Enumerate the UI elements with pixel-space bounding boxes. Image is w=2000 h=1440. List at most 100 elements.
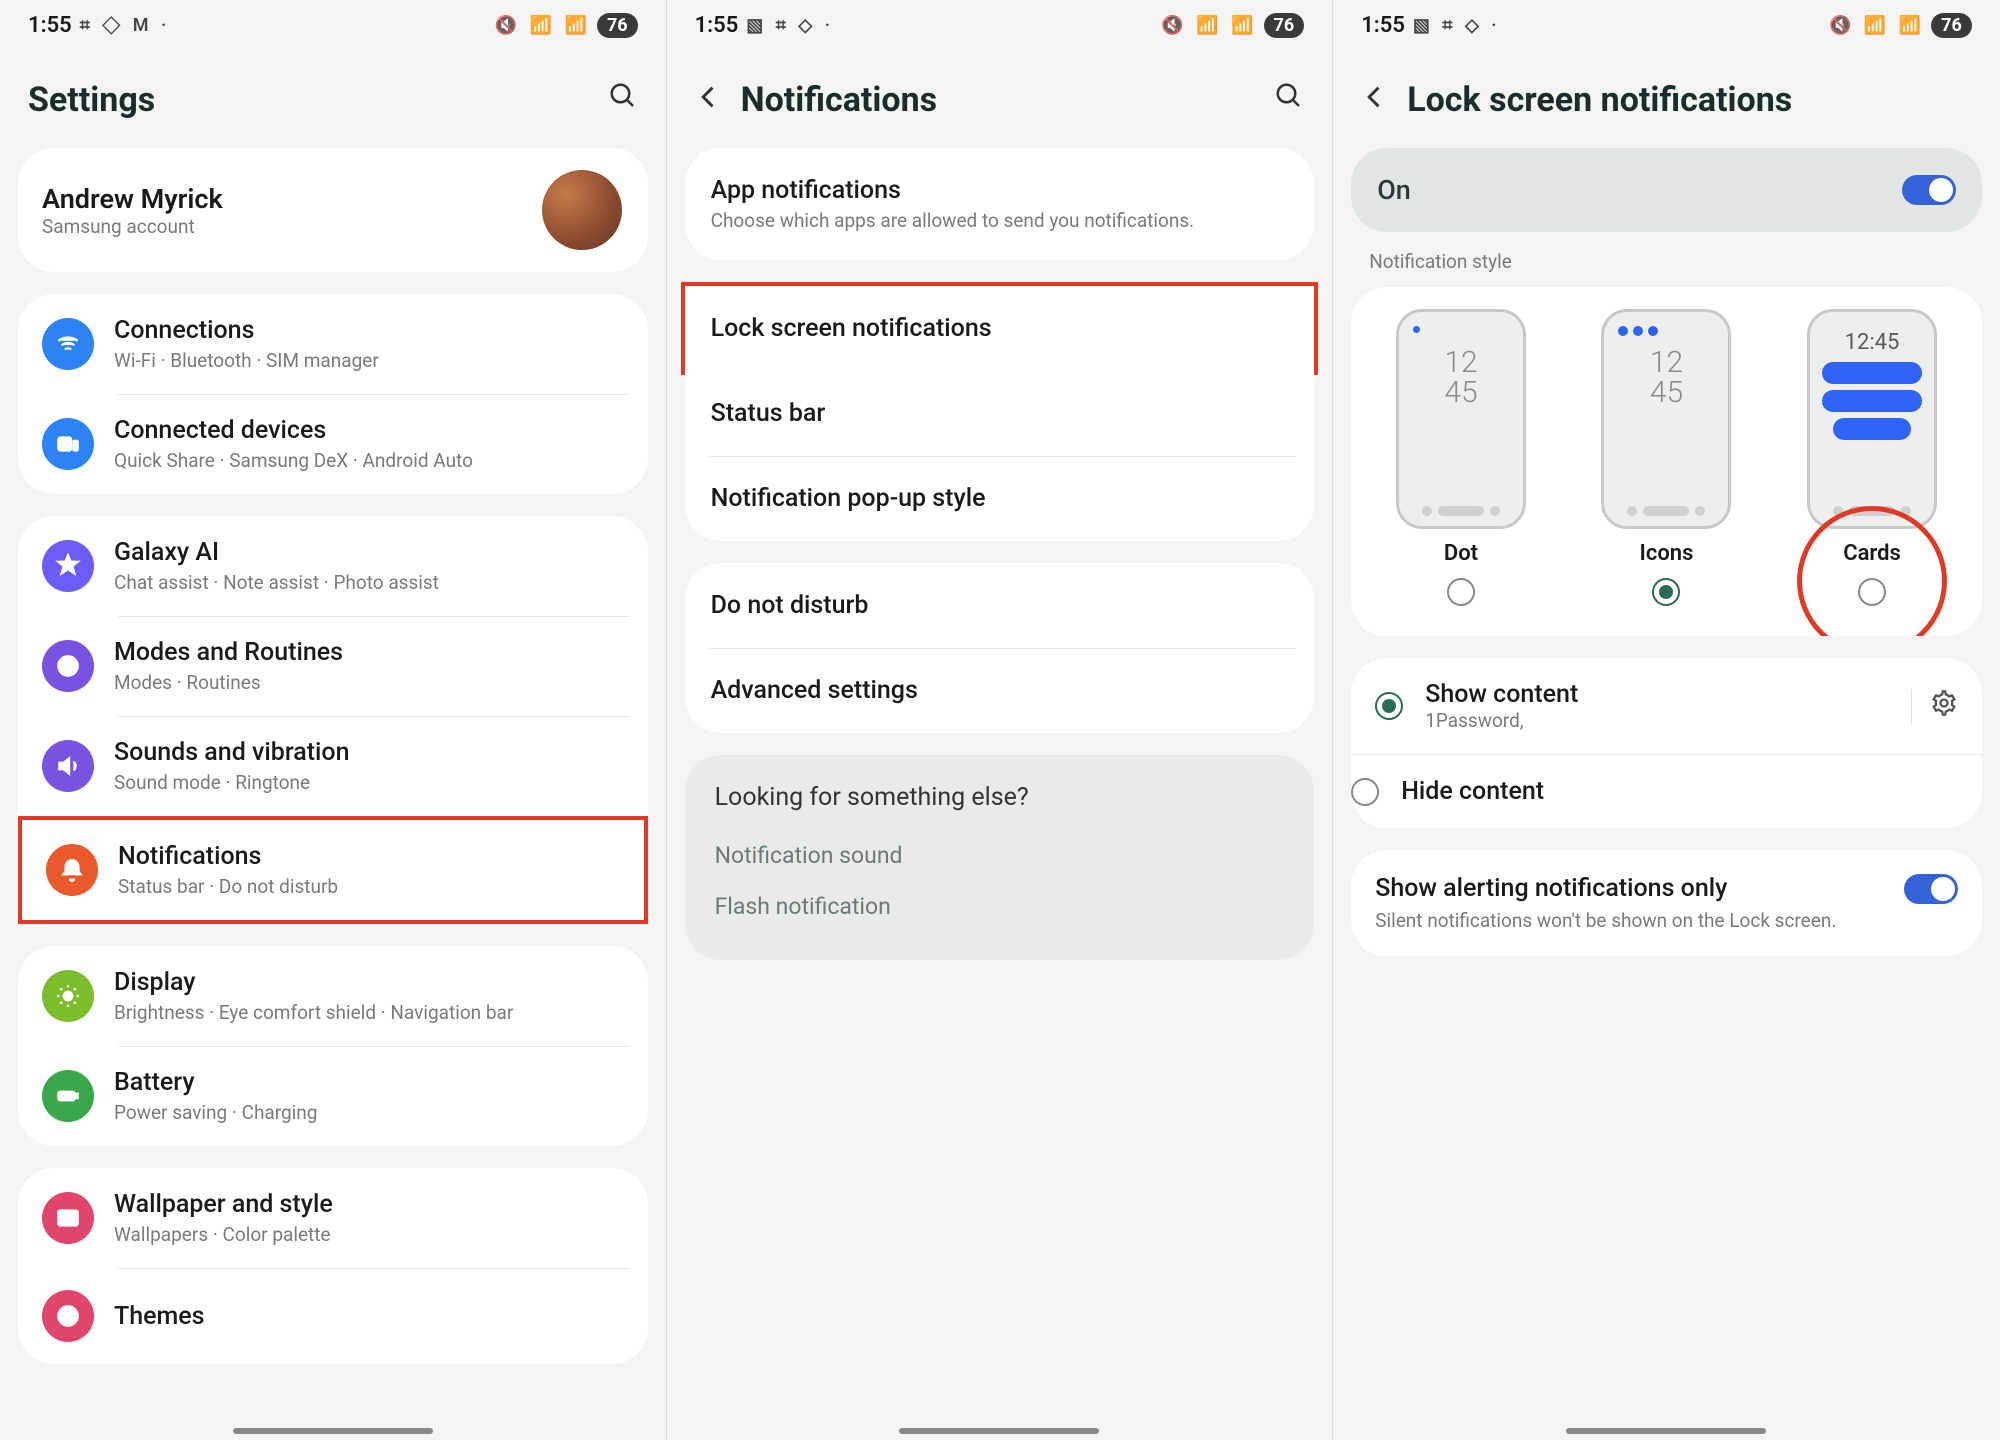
home-indicator[interactable]	[1566, 1428, 1766, 1434]
alerting-title: Show alerting notifications only	[1375, 874, 1836, 903]
status-right-icons: 🔇 📶 📶	[495, 15, 591, 36]
row-sub: Power saving · Charging	[114, 1101, 624, 1124]
row-title: App notifications	[711, 176, 1289, 205]
style-label: Dot	[1444, 541, 1478, 566]
settings-row-connected-devices[interactable]: Connected devices Quick Share · Samsung …	[18, 394, 648, 494]
gear-icon[interactable]	[1911, 689, 1958, 724]
sun-icon	[42, 970, 94, 1022]
row-title: Status bar	[711, 399, 1289, 428]
home-indicator[interactable]	[233, 1428, 433, 1434]
status-right-icons: 🔇 📶 📶	[1161, 15, 1257, 36]
row-sub: Wi-Fi · Bluetooth · SIM manager	[114, 349, 624, 372]
style-option-cards[interactable]: 12:45 Cards	[1807, 309, 1937, 606]
clock-icon	[42, 640, 94, 692]
settings-row-display[interactable]: Display Brightness · Eye comfort shield …	[18, 946, 648, 1046]
notifications-header: Notifications	[667, 50, 1333, 148]
back-icon[interactable]	[695, 80, 723, 120]
style-preview: 12:45	[1807, 309, 1937, 529]
settings-row-lock-screen-notifications[interactable]: Lock screen notifications	[685, 286, 1315, 371]
status-left-icons: ▧ ⌗ ◇ ·	[1413, 15, 1501, 36]
row-sub: 1Password,	[1425, 709, 1889, 732]
row-title: Connections	[114, 316, 624, 345]
notif-group-dnd: Do not disturb Advanced settings	[685, 563, 1315, 733]
master-toggle-row[interactable]: On	[1351, 148, 1982, 232]
on-label: On	[1377, 174, 1411, 206]
settings-row-app-notifications[interactable]: App notifications Choose which apps are …	[685, 148, 1315, 260]
radio-icon[interactable]	[1858, 578, 1886, 606]
row-title: Modes and Routines	[114, 638, 624, 667]
looking-item[interactable]: Flash notification	[715, 881, 1285, 932]
status-time: 1:55	[1361, 13, 1405, 38]
content-option-hide-content[interactable]: Hide content	[1351, 754, 1982, 828]
search-icon[interactable]	[1274, 81, 1304, 119]
battery-icon	[42, 1070, 94, 1122]
settings-row-status-bar[interactable]: Status bar	[685, 371, 1315, 456]
settings-group-display: Display Brightness · Eye comfort shield …	[18, 946, 648, 1146]
looking-title: Looking for something else?	[715, 783, 1285, 812]
samsung-account-row[interactable]: Andrew Myrick Samsung account	[18, 148, 648, 272]
style-option-dot[interactable]: 1245 Dot	[1396, 309, 1526, 606]
account-sub: Samsung account	[42, 215, 223, 238]
settings-row-battery[interactable]: Battery Power saving · Charging	[18, 1046, 648, 1146]
row-title: Hide content	[1401, 777, 1958, 806]
highlighted-notifications-row: Notifications Status bar · Do not distur…	[18, 816, 648, 924]
search-icon[interactable]	[608, 81, 638, 119]
status-time: 1:55	[28, 13, 72, 38]
battery-level: 76	[597, 13, 638, 38]
battery-level: 76	[1264, 13, 1305, 38]
row-title: Show content	[1425, 680, 1889, 709]
settings-group-general: Galaxy AI Chat assist · Note assist · Ph…	[18, 516, 648, 816]
radio-icon[interactable]	[1447, 578, 1475, 606]
settings-row-do-not-disturb[interactable]: Do not disturb	[685, 563, 1315, 648]
settings-row-modes-and-routines[interactable]: Modes and Routines Modes · Routines	[18, 616, 648, 716]
home-indicator[interactable]	[899, 1428, 1099, 1434]
settings-screen: 1:55 ⌗ ◇ M · 🔇 📶 📶 76 Settings Andrew My…	[0, 0, 667, 1440]
image-icon	[42, 1192, 94, 1244]
settings-row-connections[interactable]: Connections Wi-Fi · Bluetooth · SIM mana…	[18, 294, 648, 394]
style-option-icons[interactable]: 1245 Icons	[1601, 309, 1731, 606]
row-title: Themes	[114, 1302, 624, 1331]
sound-icon	[42, 740, 94, 792]
content-option-show-content[interactable]: Show content 1Password,	[1351, 658, 1982, 754]
looking-item[interactable]: Notification sound	[715, 830, 1285, 881]
notification-style-group: 1245 Dot 1245 Icons 12:45 Cards	[1351, 287, 1982, 636]
highlighted-lockscreen-row: Lock screen notifications	[681, 282, 1319, 375]
back-icon[interactable]	[1361, 80, 1389, 120]
radio-icon[interactable]	[1652, 578, 1680, 606]
notifications-screen: 1:55 ▧ ⌗ ◇ · 🔇 📶 📶 76 Notifications App …	[667, 0, 1334, 1440]
wifi-icon	[42, 318, 94, 370]
alerting-row[interactable]: Show alerting notifications only Silent …	[1351, 850, 1982, 956]
status-bar: 1:55 ▧ ⌗ ◇ · 🔇 📶 📶 76	[667, 0, 1333, 50]
avatar[interactable]	[540, 168, 624, 252]
settings-row-wallpaper-and-style[interactable]: Wallpaper and style Wallpapers · Color p…	[18, 1168, 648, 1268]
settings-row-advanced-settings[interactable]: Advanced settings	[685, 648, 1315, 733]
settings-row-sounds-and-vibration[interactable]: Sounds and vibration Sound mode · Ringto…	[18, 716, 648, 816]
row-title: Connected devices	[114, 416, 624, 445]
row-title: Sounds and vibration	[114, 738, 624, 767]
toggle-switch[interactable]	[1904, 874, 1958, 904]
radio-icon[interactable]	[1375, 692, 1403, 720]
status-time: 1:55	[695, 13, 739, 38]
looking-for-section: Looking for something else? Notification…	[685, 755, 1315, 960]
battery-level: 76	[1931, 13, 1972, 38]
account-name: Andrew Myrick	[42, 183, 223, 215]
bell-icon	[46, 844, 98, 896]
settings-group-wallpaper: Wallpaper and style Wallpapers · Color p…	[18, 1168, 648, 1364]
page-title: Notifications	[741, 80, 938, 120]
row-sub: Chat assist · Note assist · Photo assist	[114, 571, 624, 594]
settings-row-themes[interactable]: Themes	[18, 1268, 648, 1364]
settings-row-galaxy-ai[interactable]: Galaxy AI Chat assist · Note assist · Ph…	[18, 516, 648, 616]
radio-icon[interactable]	[1351, 778, 1379, 806]
page-title: Lock screen notifications	[1407, 80, 1792, 120]
row-sub: Wallpapers · Color palette	[114, 1223, 624, 1246]
page-title: Settings	[28, 80, 155, 120]
settings-row-notifications[interactable]: Notifications Status bar · Do not distur…	[22, 820, 644, 920]
row-title: Notification pop-up style	[711, 484, 1289, 513]
lockscreen-notif-screen: 1:55 ▧ ⌗ ◇ · 🔇 📶 📶 76 Lock screen notifi…	[1333, 0, 2000, 1440]
row-title: Battery	[114, 1068, 624, 1097]
toggle-switch[interactable]	[1902, 175, 1956, 205]
status-right-icons: 🔇 📶 📶	[1829, 15, 1925, 36]
row-title: Do not disturb	[711, 591, 1289, 620]
settings-row-notification-pop-up-style[interactable]: Notification pop-up style	[685, 456, 1315, 541]
style-preview: 1245	[1396, 309, 1526, 529]
